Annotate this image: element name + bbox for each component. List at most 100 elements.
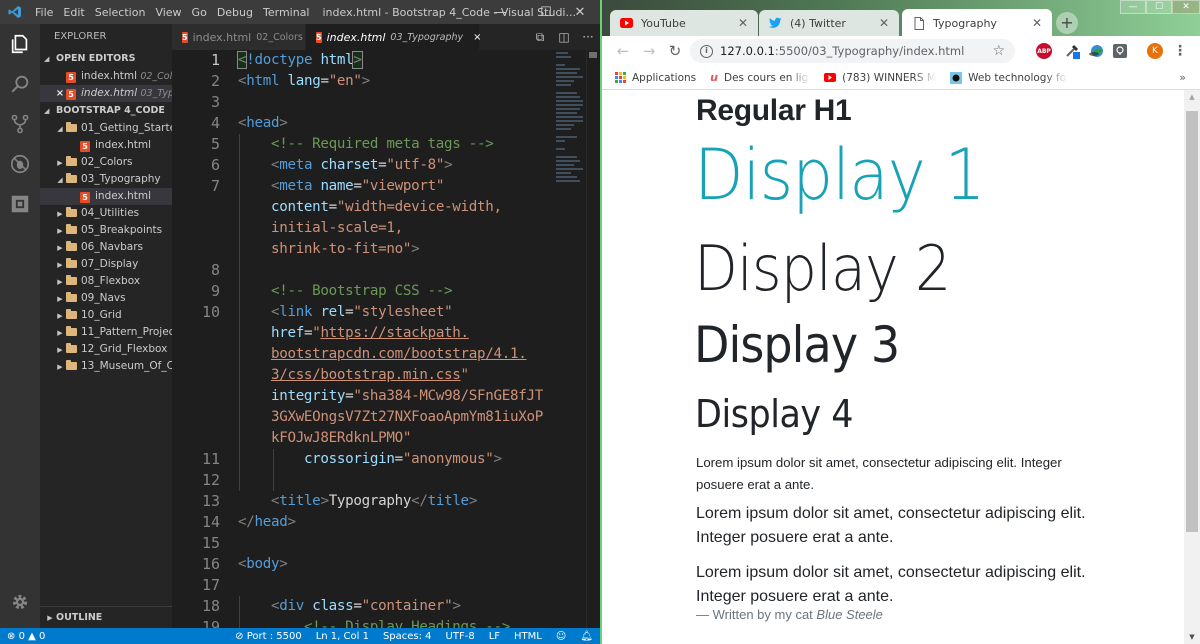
lightbulb-extension-icon[interactable] <box>1112 43 1128 59</box>
menu-terminal[interactable]: Terminal <box>258 6 315 19</box>
encoding[interactable]: UTF-8 <box>439 631 482 642</box>
close-tab-icon[interactable]: ✕ <box>738 16 748 30</box>
tree-item-label: 11_Pattern_Project <box>81 326 172 338</box>
forward-arrow-icon[interactable]: → <box>636 42 662 60</box>
close-tab-icon[interactable]: ✕ <box>1032 16 1042 30</box>
code-line: integrity="sha384-MCw98/SFnGE8fJT <box>270 388 543 404</box>
chevron-right-icon: ▶ <box>57 278 63 286</box>
bookmark-web-technology[interactable]: Web technology for <box>950 71 1068 84</box>
close-icon[interactable]: × <box>54 85 66 102</box>
language-mode[interactable]: HTML <box>507 631 549 642</box>
menu-view[interactable]: View <box>150 6 186 19</box>
editor-scrollbar[interactable] <box>586 50 600 628</box>
close-tab-icon[interactable]: × <box>473 32 481 43</box>
new-tab-button[interactable]: + <box>1056 12 1078 34</box>
html5-file-icon: 5 <box>66 89 76 100</box>
address-bar[interactable]: i 127.0.0.1:5500/03_Typography/index.htm… <box>690 39 1015 63</box>
feedback-smiley-icon[interactable]: ☺ <box>549 631 573 642</box>
tree-folder[interactable]: ▶ 09_Navs <box>40 290 172 307</box>
line-number: 4 <box>210 114 220 132</box>
scrollbar-thumb[interactable] <box>589 52 597 58</box>
tree-file[interactable]: 5 index.html <box>40 137 172 154</box>
browser-tab-youtube[interactable]: YouTube ✕ <box>610 10 758 36</box>
bookmark-applications[interactable]: Applications <box>614 72 696 84</box>
bookmark-youtube-winners[interactable]: (783) WINNERS MIN <box>824 72 936 84</box>
reload-icon[interactable]: ↻ <box>662 42 688 60</box>
browser-tab-twitter[interactable]: (4) Twitter ✕ <box>759 10 899 36</box>
debug-activity-button[interactable] <box>0 144 40 184</box>
minimize-button[interactable]: — <box>480 0 520 24</box>
tab-02-colors[interactable]: 5 index.html 02_Colors <box>172 24 306 50</box>
menu-go[interactable]: Go <box>187 6 212 19</box>
profile-avatar[interactable]: K <box>1147 43 1163 59</box>
bookmark-udemy[interactable]: u Des cours en ligne qu <box>710 72 810 84</box>
page-viewport[interactable]: Regular H1 Display 1 Display 2 Display 3… <box>602 90 1200 644</box>
split-editor-icon[interactable]: ◫ <box>552 30 576 44</box>
open-editor-item-active[interactable]: ×5index.html 03_Typ... <box>40 85 172 102</box>
open-changes-icon[interactable]: ⧉ <box>528 30 552 45</box>
tree-folder[interactable]: ▶ 12_Grid_Flexbox <box>40 341 172 358</box>
problems-indicator[interactable]: ⊗ 0 ▲ 0 <box>0 631 52 642</box>
line-number: 16 <box>201 555 220 573</box>
tree-folder[interactable]: ▶ 13_Museum_Of_C... <box>40 358 172 375</box>
minimap[interactable] <box>556 52 586 192</box>
folder-open-icon <box>66 122 77 132</box>
tree-folder[interactable]: ◢ 03_Typography <box>40 171 172 188</box>
code-line: <meta charset="utf-8"> <box>270 157 453 173</box>
tree-item-label: 03_Typography <box>81 173 161 185</box>
extensions-activity-button[interactable] <box>0 184 40 224</box>
adblock-plus-icon[interactable]: ABP <box>1036 43 1052 59</box>
tree-folder[interactable]: ▶ 08_Flexbox <box>40 273 172 290</box>
browser-tab-typography[interactable]: Typography ✕ <box>902 9 1052 37</box>
menu-selection[interactable]: Selection <box>90 6 151 19</box>
tree-folder[interactable]: ◢ 01_Getting_Started <box>40 120 172 137</box>
open-editors-section[interactable]: ◢ OPEN EDITORS <box>40 50 172 68</box>
bookmarks-overflow-chevron[interactable]: » <box>1179 71 1186 84</box>
bookmark-star-icon[interactable]: ☆ <box>992 43 1005 59</box>
html5-file-icon: 5 <box>182 31 188 43</box>
menu-file[interactable]: File <box>30 6 58 19</box>
more-actions-icon[interactable]: ··· <box>576 30 600 44</box>
browser-maximize-button[interactable]: ☐ <box>1146 0 1172 14</box>
tree-folder[interactable]: ▶ 04_Utilities <box>40 205 172 222</box>
tab-03-typography[interactable]: 5 index.html 03_Typography × <box>306 24 482 50</box>
tree-folder[interactable]: ▶ 02_Colors <box>40 154 172 171</box>
close-tab-icon[interactable]: ✕ <box>879 16 889 30</box>
explorer-activity-button[interactable] <box>0 24 40 64</box>
tree-file[interactable]: 5 index.html <box>40 188 172 205</box>
tree-folder[interactable]: ▶ 06_Navbars <box>40 239 172 256</box>
tree-folder[interactable]: ▶ 10_Grid <box>40 307 172 324</box>
menu-edit[interactable]: Edit <box>58 6 89 19</box>
back-arrow-icon[interactable]: ← <box>610 42 636 60</box>
code-content[interactable]: <!doctype html> <html lang="en"> <head> <… <box>236 50 563 628</box>
tree-item-label: 13_Museum_Of_C... <box>81 360 172 372</box>
code-editor[interactable]: 1 2 3 4 5 6 7 8 9 10 11 12 13 14 15 16 17 18 19 <!doctype … <box>172 50 600 628</box>
tree-folder[interactable]: ▶ 05_Breakpoints <box>40 222 172 239</box>
chevron-right-icon: ▶ <box>57 159 63 167</box>
scroll-up-arrow-icon[interactable]: ▲ <box>1184 90 1200 104</box>
outline-section[interactable]: ▶ OUTLINE <box>40 606 172 628</box>
globe-extension-icon[interactable] <box>1088 43 1104 59</box>
close-window-button[interactable]: ✕ <box>560 0 600 24</box>
tree-folder[interactable]: ▶ 07_Display <box>40 256 172 273</box>
open-editor-item[interactable]: 5index.html 02_Col... <box>40 68 172 85</box>
site-info-icon[interactable]: i <box>700 44 713 58</box>
page-scrollbar[interactable]: ▲ ▼ <box>1184 90 1200 644</box>
page-scrollbar-thumb[interactable] <box>1186 110 1198 532</box>
workspace-section[interactable]: ◢ BOOTSTRAP 4_CODE <box>40 102 172 120</box>
notifications-bell-icon[interactable]: 🔔︎ <box>573 631 600 642</box>
indentation[interactable]: Spaces: 4 <box>376 631 439 642</box>
browser-menu-icon[interactable]: ⋮ <box>1172 43 1188 59</box>
browser-close-button[interactable]: ✕ <box>1172 0 1200 14</box>
scroll-down-arrow-icon[interactable]: ▼ <box>1184 630 1200 644</box>
source-control-activity-button[interactable] <box>0 104 40 144</box>
browser-minimize-button[interactable]: — <box>1120 0 1146 14</box>
manage-settings-button[interactable] <box>0 582 40 622</box>
search-activity-button[interactable] <box>0 64 40 104</box>
menu-debug[interactable]: Debug <box>212 6 258 19</box>
cursor-position[interactable]: Ln 1, Col 1 <box>309 631 376 642</box>
eyedropper-icon[interactable] <box>1064 43 1080 59</box>
end-of-line[interactable]: LF <box>482 631 507 642</box>
tree-folder[interactable]: ▶ 11_Pattern_Project <box>40 324 172 341</box>
live-server-port[interactable]: ⊘ Port : 5500 <box>228 631 309 642</box>
